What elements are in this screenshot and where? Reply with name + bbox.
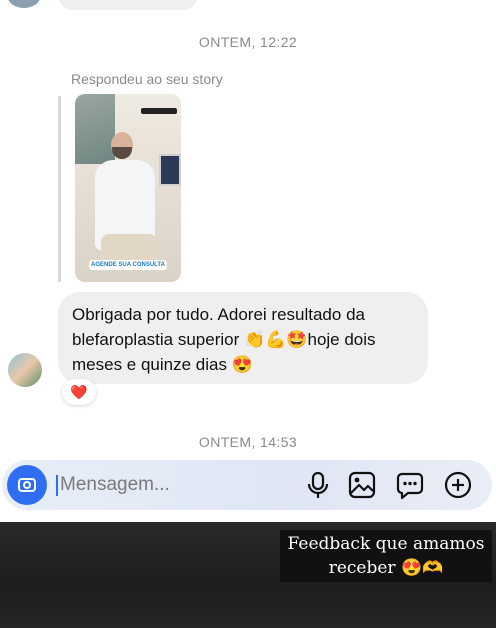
chat-thread: ONTEM, 12:22 Respondeu ao seu story AGEN… [0, 0, 496, 522]
story-painting [75, 94, 115, 164]
microphone-icon[interactable] [302, 469, 334, 501]
avatar-partial [8, 0, 40, 8]
story-tag [141, 108, 177, 114]
timestamp: ONTEM, 12:22 [198, 34, 298, 50]
avatar[interactable] [8, 353, 42, 387]
story-caption: Feedback que amamos receber 😍🫶 [280, 530, 492, 582]
plus-icon[interactable] [442, 469, 474, 501]
text-cursor [56, 475, 58, 496]
gallery-icon[interactable] [346, 469, 378, 501]
message-input[interactable] [60, 469, 290, 501]
timestamp: ONTEM, 14:53 [198, 434, 298, 450]
heart-reaction[interactable]: ❤️ [62, 379, 96, 405]
story-reply-label: Respondeu ao seu story [71, 71, 223, 87]
message-bubble-partial [58, 0, 198, 10]
message-composer [2, 460, 492, 510]
story-cta-sticker: AGENDE SUA CONSULTA [89, 260, 167, 270]
story-thumbnail[interactable]: AGENDE SUA CONSULTA [75, 94, 181, 282]
reply-indicator-bar [58, 96, 61, 282]
message-bubble[interactable]: Obrigada por tudo. Adorei resultado da b… [58, 292, 428, 384]
sticker-icon[interactable] [394, 469, 426, 501]
camera-button[interactable] [7, 465, 47, 505]
story-monitor [159, 154, 181, 186]
